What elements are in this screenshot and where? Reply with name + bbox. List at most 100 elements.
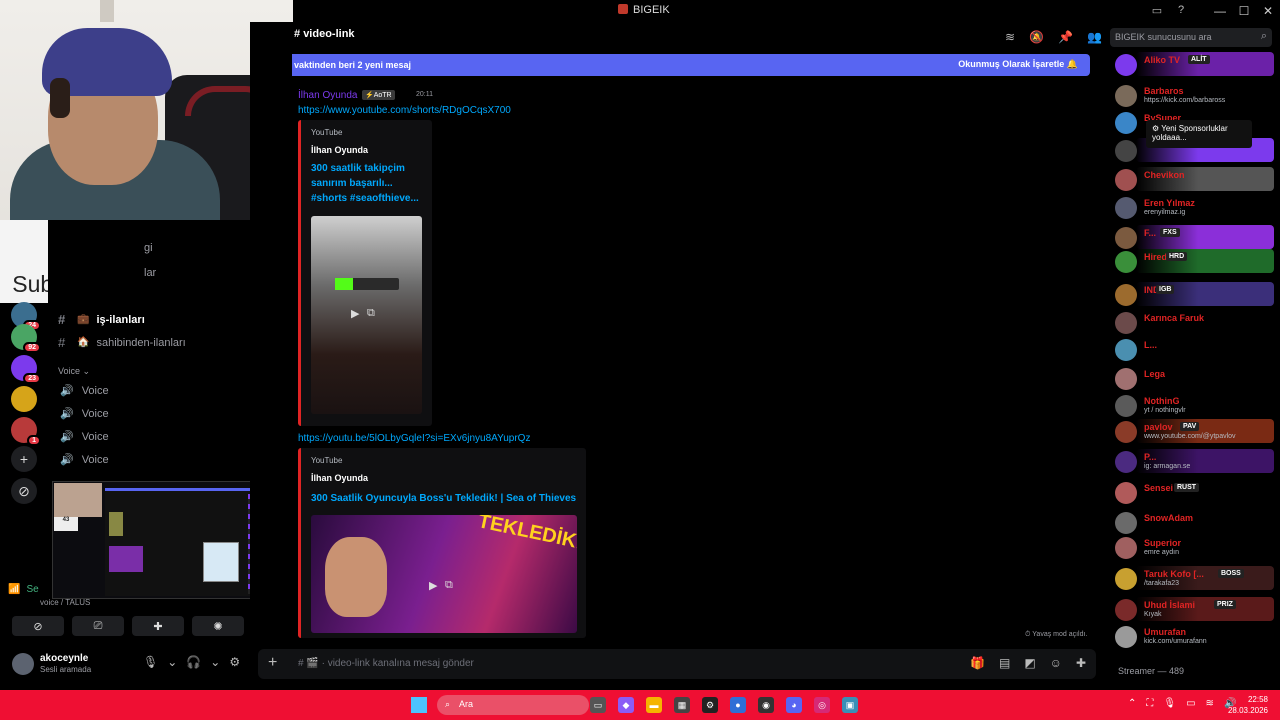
channel-partial[interactable]: lar <box>144 267 156 279</box>
pin-icon[interactable]: 📌 <box>1058 30 1073 44</box>
member-item[interactable]: Taruk Kofo [... BOSS/tarakafa23 <box>1108 564 1280 592</box>
close-icon[interactable]: ✕ <box>1256 0 1280 22</box>
message-author[interactable]: İlhan Oyunda <box>298 90 358 101</box>
member-item[interactable]: Aliko TV ALİT <box>1108 50 1280 78</box>
avatar[interactable] <box>1115 54 1137 76</box>
avatar[interactable] <box>1115 482 1137 504</box>
apps-icon[interactable]: ✚ <box>1076 656 1086 670</box>
server-icon-3[interactable]: 23 <box>11 355 41 384</box>
member-item[interactable]: Sensei RUST <box>1108 478 1280 506</box>
avatar[interactable] <box>1115 568 1137 590</box>
chevron-down-icon[interactable]: ⌄ <box>210 655 220 669</box>
headphones-icon[interactable]: 🎧 <box>186 655 201 669</box>
inbox-icon[interactable]: ▭ <box>1150 3 1164 17</box>
avatar[interactable] <box>1115 140 1137 162</box>
add-attachment-icon[interactable]: + <box>268 654 277 672</box>
avatar[interactable] <box>1115 537 1137 559</box>
avatar[interactable] <box>1115 227 1137 249</box>
store-icon[interactable]: ▦ <box>674 697 690 713</box>
avatar[interactable] <box>1115 451 1137 473</box>
voice-channel[interactable]: 🔊 Voice <box>60 430 109 444</box>
avatar[interactable] <box>1115 395 1137 417</box>
voice-channel[interactable]: 🔊 Voice <box>60 453 109 467</box>
member-item[interactable]: SnowAdam <box>1108 508 1280 536</box>
member-item[interactable]: Superior emre aydın <box>1108 533 1280 561</box>
member-item[interactable]: pavlov PAV www.youtube.com/@ytpavlov <box>1108 417 1280 445</box>
channel-is-ilanlari[interactable]: # 💼 iş-ilanları <box>58 312 145 327</box>
wifi-icon[interactable]: ≋ <box>1206 698 1214 709</box>
embed-title[interactable]: 300 Saatlik Oyuncuyla Boss'u Tekledik! |… <box>311 491 581 506</box>
github-icon[interactable]: ◉ <box>758 697 774 713</box>
help-icon[interactable]: ? <box>1174 3 1188 17</box>
screen-share-icon[interactable]: ⎚ <box>72 616 124 636</box>
embed-title[interactable]: 300 saatlik takipçim sanırım başarılı...… <box>311 161 426 206</box>
channel-sahibinden-ilanlari[interactable]: # 🏠 sahibinden-ilanları <box>58 335 186 350</box>
member-item[interactable]: Karınca Faruk <box>1108 308 1280 336</box>
member-item[interactable]: NothinG yt / nothingvlr <box>1108 391 1280 419</box>
minimize-icon[interactable]: — <box>1208 0 1232 22</box>
voice-channel[interactable]: 🔊 Voice <box>60 407 109 421</box>
open-external-icon[interactable]: ⧉ <box>367 307 375 320</box>
add-server-icon[interactable]: + <box>11 446 37 472</box>
emoji-icon[interactable]: ☺ <box>1050 656 1062 670</box>
gear-icon[interactable]: ⚙ <box>229 655 240 669</box>
server-icon-5[interactable]: 1 <box>11 417 41 446</box>
mark-read-button[interactable]: Okunmuş Olarak İşaretle 🔔 <box>958 59 1078 70</box>
play-icon[interactable]: ▶ <box>351 307 359 320</box>
avatar[interactable] <box>1115 626 1137 648</box>
message-link-1[interactable]: https://www.youtube.com/shorts/RDgOCqsX7… <box>298 105 511 116</box>
embed-thumbnail[interactable]: ▶ ⧉ <box>311 216 422 414</box>
open-external-icon[interactable]: ⧉ <box>445 579 453 592</box>
instagram-icon[interactable]: ◎ <box>814 697 830 713</box>
avatar[interactable] <box>1115 112 1137 134</box>
windows-start-icon[interactable] <box>411 697 427 713</box>
member-item[interactable]: P... ig: armagan.se <box>1108 447 1280 475</box>
play-icon[interactable]: ▶ <box>429 579 437 592</box>
message-link-2[interactable]: https://youtu.be/5lOLbyGqleI?si=EXv6jnyu… <box>298 433 530 444</box>
members-icon[interactable]: 👥 <box>1087 30 1102 44</box>
notification-bell-icon[interactable]: 🔕 <box>1029 30 1044 44</box>
sticker-icon[interactable]: ◩ <box>1024 656 1035 670</box>
activities-icon[interactable]: ✚ <box>132 616 184 636</box>
channel-partial[interactable]: gi <box>144 242 153 254</box>
clock[interactable]: 22:58 28.03.2026 <box>1228 694 1268 716</box>
member-item[interactable]: Hired HRD <box>1108 247 1280 275</box>
avatar[interactable] <box>1115 368 1137 390</box>
member-item[interactable]: Umurafan kick.com/umurafann <box>1108 622 1280 650</box>
member-item[interactable]: INDIEIGB <box>1108 280 1280 308</box>
avatar[interactable] <box>1115 197 1137 219</box>
avatar[interactable] <box>1115 85 1137 107</box>
chevron-up-icon[interactable]: ⌃ <box>1128 698 1136 709</box>
camera-off-icon[interactable]: ⊘ <box>12 616 64 636</box>
avatar[interactable] <box>1115 512 1137 534</box>
taskbar-search[interactable]: ⌕ Ara <box>437 695 589 715</box>
task-view-icon[interactable]: ▭ <box>590 697 606 713</box>
member-item[interactable]: Eren Yılmaz erenyilmaz.ig <box>1108 193 1280 221</box>
soundboard-icon[interactable]: ✺ <box>192 616 244 636</box>
search-input[interactable]: BIGEIK sunucusunu ara ⌕ <box>1110 28 1272 47</box>
new-messages-bar[interactable]: vaktinden beri 2 yeni mesaj Okunmuş Olar… <box>292 54 1090 76</box>
microphone-icon[interactable]: 🎙 <box>1163 698 1176 709</box>
threads-icon[interactable]: ≋ <box>1005 30 1015 44</box>
discover-icon[interactable]: ⊘ <box>11 478 37 504</box>
avatar[interactable] <box>1115 421 1137 443</box>
voice-channel[interactable]: 🔊 Voice <box>60 384 109 398</box>
maximize-icon[interactable]: ☐ <box>1232 0 1256 22</box>
chrome-icon[interactable]: ● <box>730 697 746 713</box>
server-icon-2[interactable]: 92 <box>11 324 41 353</box>
avatar[interactable] <box>1115 312 1137 334</box>
gift-icon[interactable]: 🎁 <box>970 656 985 670</box>
network-icon[interactable]: ⛶ <box>1146 698 1153 709</box>
avatar[interactable] <box>1115 169 1137 191</box>
display-icon[interactable]: ▭ <box>1186 698 1195 709</box>
avatar[interactable] <box>1115 251 1137 273</box>
member-item[interactable]: Lega <box>1108 364 1280 392</box>
avatar[interactable] <box>1115 284 1137 306</box>
app-icon[interactable]: ◆ <box>618 697 634 713</box>
member-item[interactable]: L... <box>1108 335 1280 363</box>
microphone-icon[interactable]: 🎙 <box>143 655 158 669</box>
member-item[interactable]: Chevikon <box>1108 165 1280 193</box>
message-input[interactable]: + # 🎬 · video-link kanalına mesaj gönder… <box>258 649 1096 679</box>
gif-icon[interactable]: ▤ <box>999 656 1010 670</box>
settings-icon[interactable]: ⚙ <box>702 697 718 713</box>
